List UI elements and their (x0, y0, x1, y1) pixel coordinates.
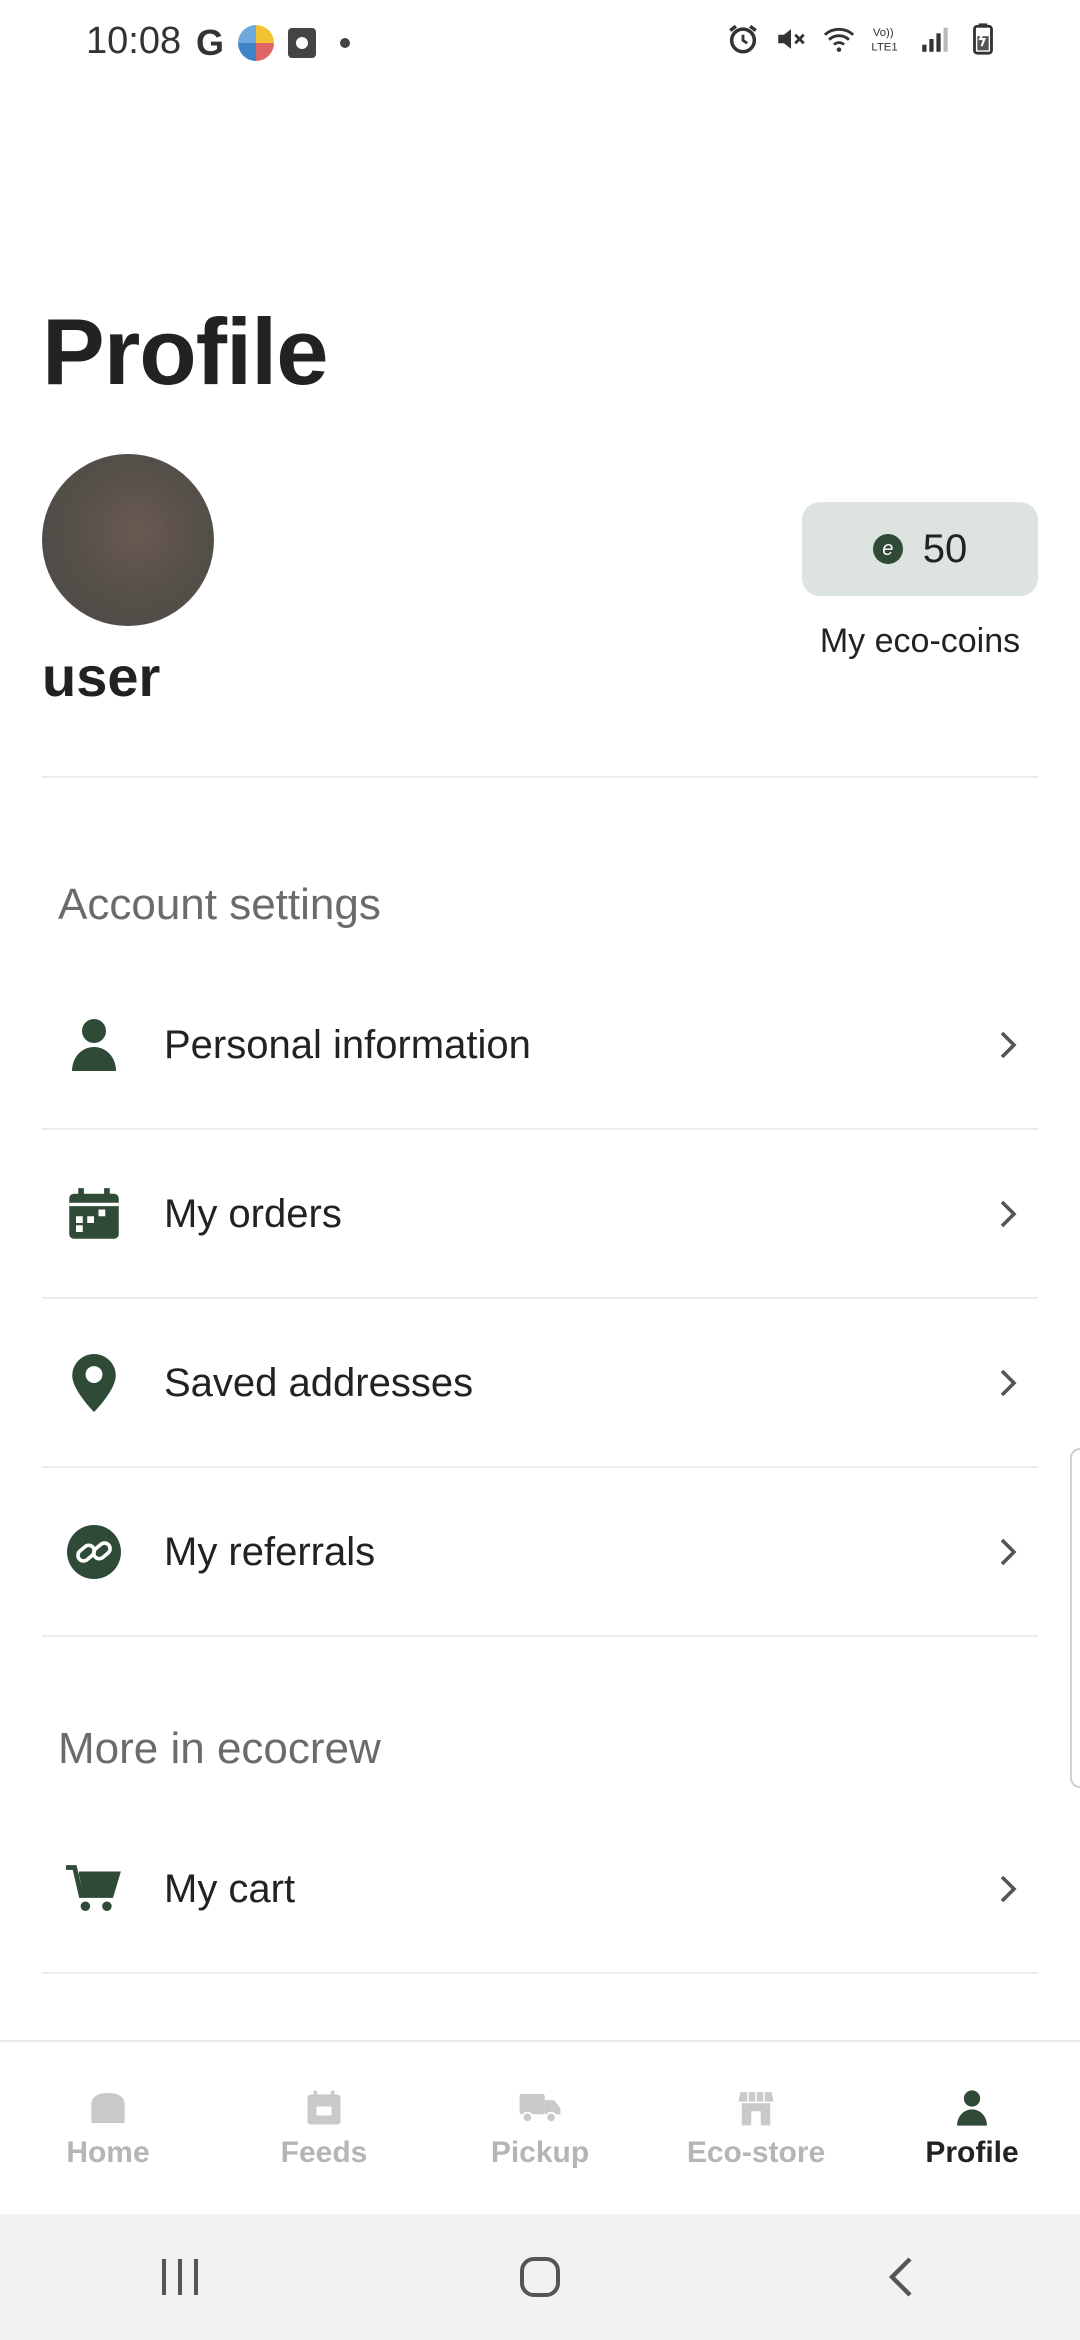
svg-text:LTE1: LTE1 (871, 41, 897, 53)
back-button[interactable] (870, 2247, 930, 2307)
clock-app-icon (288, 28, 317, 58)
google-icon: G (196, 22, 225, 63)
nav-item-feeds[interactable]: Feeds (216, 2042, 432, 2214)
menu-item-label: My orders (164, 1191, 342, 1236)
menu-item-label: My referrals (164, 1529, 376, 1574)
nav-label: Feeds (280, 2136, 368, 2169)
person-icon (66, 1017, 122, 1073)
menu-item-my-cart[interactable]: My cart (42, 1806, 1038, 1974)
status-right-icons: Vo)) LTE1 (726, 22, 1000, 56)
menu-item-label: My cart (164, 1866, 296, 1911)
svg-text:Vo)): Vo)) (873, 27, 894, 39)
chevron-right-icon (988, 1532, 1028, 1572)
chevron-right-icon (988, 1025, 1028, 1065)
avatar[interactable] (42, 454, 214, 626)
menu-item-label: Saved addresses (164, 1360, 474, 1405)
nav-item-pickup[interactable]: Pickup (432, 2042, 648, 2214)
app-icon (238, 25, 275, 61)
chevron-right-icon (988, 1869, 1028, 1909)
chevron-right-icon (988, 1363, 1028, 1403)
nav-label: Home (66, 2136, 150, 2169)
menu-item-my-referrals[interactable]: My referrals (42, 1469, 1038, 1637)
home-icon (86, 2086, 130, 2130)
section-title-account-settings: Account settings (58, 880, 381, 929)
home-button[interactable] (510, 2247, 570, 2307)
nav-label: Pickup (490, 2136, 590, 2169)
menu-item-label: Personal information (164, 1022, 531, 1067)
signal-icon (922, 27, 948, 52)
nav-label: Profile (925, 2136, 1019, 2169)
nav-label: Eco-store (686, 2136, 826, 2169)
eco-coins-value: 50 (922, 526, 968, 571)
store-icon (734, 2086, 778, 2130)
volte-icon: Vo)) LTE1 (871, 27, 897, 53)
menu-item-my-orders[interactable]: My orders (42, 1131, 1038, 1299)
calendar-icon (66, 1186, 122, 1242)
link-icon (66, 1524, 122, 1580)
status-time: 10:08 (86, 20, 182, 62)
user-name: user (42, 645, 161, 708)
system-nav-bar (0, 2214, 1080, 2340)
nav-item-home[interactable]: Home (0, 2042, 216, 2214)
scroll-handle[interactable] (1070, 1448, 1080, 1788)
divider (42, 776, 1038, 778)
battery-icon (973, 23, 993, 55)
truck-icon (518, 2086, 562, 2130)
section-title-more-in-ecocrew: More in ecocrew (58, 1724, 381, 1773)
wifi-icon (823, 27, 855, 52)
person-icon (950, 2086, 994, 2130)
eco-coins-badge[interactable]: e 50 (802, 502, 1038, 596)
menu-item-personal-information[interactable]: Personal information (42, 962, 1038, 1130)
feeds-icon (302, 2086, 346, 2130)
recent-apps-button[interactable] (150, 2247, 210, 2307)
status-left-icons: G (196, 22, 351, 64)
eco-coin-icon: e (872, 534, 903, 564)
nav-item-eco-store[interactable]: Eco-store (648, 2042, 864, 2214)
bottom-nav: Home Feeds Pickup Eco-store Profile (0, 2040, 1080, 2214)
chevron-right-icon (988, 1194, 1028, 1234)
menu-item-saved-addresses[interactable]: Saved addresses (42, 1300, 1038, 1468)
dot-icon (340, 38, 351, 48)
status-bar: 10:08 G Vo)) LTE1 (0, 0, 1080, 86)
nav-item-profile[interactable]: Profile (864, 2042, 1080, 2214)
cart-icon (66, 1861, 122, 1917)
eco-coins-label: My eco-coins (819, 622, 1021, 660)
mute-icon (778, 29, 805, 49)
alarm-icon (729, 24, 757, 54)
page-title: Profile (42, 299, 329, 404)
location-pin-icon (66, 1354, 122, 1412)
